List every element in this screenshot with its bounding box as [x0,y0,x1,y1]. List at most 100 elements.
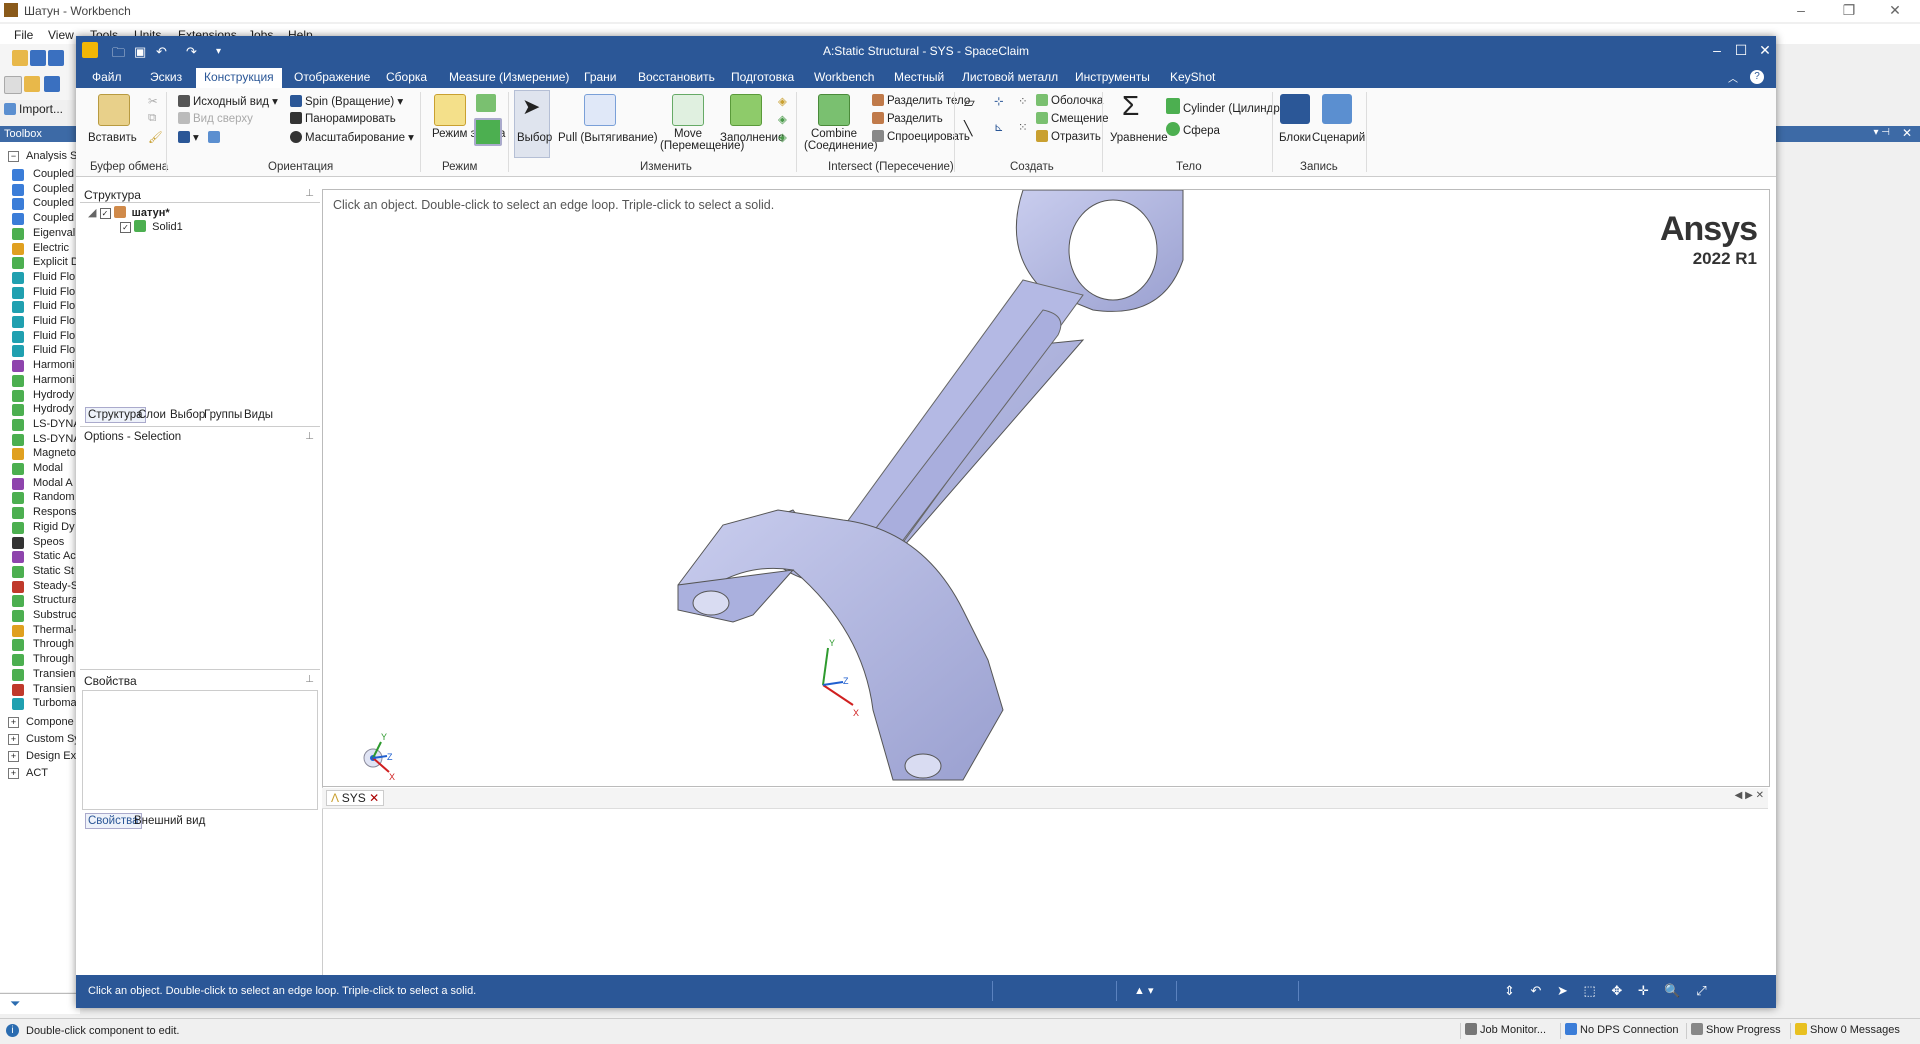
fill-button[interactable]: Заполнение [720,132,784,144]
sc-minimize-icon[interactable]: – [1704,42,1730,58]
tab-workbench[interactable]: Workbench [814,70,874,84]
sc-close-icon[interactable]: ✕ [1752,42,1778,59]
cylinder-button[interactable]: Cylinder (Цилиндр) [1166,98,1284,115]
pin-icon[interactable]: ▾ ⊣ [1873,127,1890,138]
view-tools-strip[interactable]: ⇕ ↶ ➤ ⬚ ✥ ✛ 🔍 ⤢ [1504,983,1713,999]
dps-connection-button[interactable]: No DPS Connection [1560,1023,1678,1039]
pull-button[interactable]: Pull (Вытягивание) [558,132,658,144]
format-painter-icon[interactable]: 🖌 [148,130,163,144]
top-view-button[interactable]: Вид сверху [178,112,253,125]
tab-layers[interactable]: Слои [138,409,166,421]
sc-maximize-icon[interactable]: ☐ [1728,42,1754,59]
open-icon[interactable] [24,76,40,92]
doc-tab-nav-icons[interactable]: ◀ ▶ ✕ [1735,790,1764,801]
filter-icon[interactable]: ⏷ [10,996,20,1012]
mirror-button[interactable]: Отразить [1036,130,1101,143]
section-mode-icon[interactable] [476,94,496,112]
pan-button[interactable]: Панорамировать [290,112,396,125]
paste-button[interactable]: Вставить [88,132,137,144]
blocks-button[interactable]: Блоки [1279,132,1311,144]
new-project-icon[interactable] [12,50,28,66]
doc-tab-sys[interactable]: Λ SYS ✕ [326,790,385,806]
axis-tool-icon[interactable]: ⊾ [994,120,1004,134]
zoom-button[interactable]: Масштабирование ▾ [290,130,414,144]
menu-file[interactable]: File [14,28,33,42]
pin-icon[interactable]: ⊥ [305,431,314,442]
selection-filter-icon[interactable]: ▲ ▾ [1134,984,1153,997]
spin-button[interactable]: Spin (Вращение) ▾ [290,94,403,108]
tree-expand-icon[interactable]: ◢ [88,207,96,219]
tab-detail[interactable]: Местный [894,70,944,84]
connecting-rod-model[interactable]: Y Z X Y Z X [323,190,1769,786]
select-button[interactable]: Выбор [517,132,552,144]
tab-sketch[interactable]: Эскиз [150,70,182,84]
panel-close-icon[interactable]: ✕ [1902,126,1912,140]
save-as-icon[interactable] [48,50,64,66]
help-icon[interactable]: ? [1750,70,1764,84]
tab-appearance[interactable]: Внешний вид [134,815,205,827]
tab-views[interactable]: Виды [244,409,273,421]
job-monitor-button[interactable]: Job Monitor... [1460,1023,1546,1039]
import-button[interactable]: Import... [4,102,63,116]
project-button[interactable]: Спроецировать [872,130,970,143]
split-button[interactable]: Разделить [872,112,943,125]
wb-close-icon[interactable]: ✕ [1880,2,1910,19]
cut-icon[interactable]: ✂ [148,94,158,108]
split-body-button[interactable]: Разделить тело [872,94,970,107]
menu-view[interactable]: View [48,28,74,42]
wb-restore-icon[interactable]: ❐ [1834,2,1864,19]
tab-repair[interactable]: Восстановить [638,70,715,84]
offset-button[interactable]: Смещение [1036,112,1109,125]
tab-tools[interactable]: Инструменты [1075,70,1150,84]
toolbox-group-analysis[interactable]: − Analysis S [0,148,78,166]
collapse-ribbon-icon[interactable]: ︿ [1728,70,1738,85]
tree-checkbox[interactable]: ✓ [99,208,111,219]
combine-button[interactable]: Combine (Соединение) [804,128,878,152]
edit-small-icon-1[interactable]: ◈ [778,94,787,108]
script-button[interactable]: Сценарий [1312,132,1365,144]
edit-small-icon-3[interactable]: ◈ [778,130,787,144]
pin-icon[interactable]: ⊥ [305,674,314,685]
tab-groups[interactable]: Группы [204,409,242,421]
tree-checkbox[interactable]: ✓ [120,222,131,233]
toolbox-group[interactable]: + ACT [0,765,78,783]
tree-child-row[interactable]: ✓ Solid1 [120,220,183,233]
tab-faces[interactable]: Грани [584,70,617,84]
3d-viewport[interactable]: Click an object. Double-click to select … [322,189,1770,787]
doc-tab-close-icon[interactable]: ✕ [369,791,379,805]
tab-keyshot[interactable]: KeyShot [1170,70,1215,84]
equation-button[interactable]: Уравнение [1110,132,1168,144]
point-tool-icon[interactable]: ⊹ [994,94,1004,108]
move-button[interactable]: Move (Перемещение) [660,128,744,152]
tab-selection[interactable]: Выбор [170,409,205,421]
tree-root-row[interactable]: ◢ ✓ шатун* [88,206,170,219]
save-icon[interactable] [30,50,46,66]
view-cube-button[interactable]: ▾ [178,130,223,144]
toolbox-item[interactable]: Turboma [0,695,78,713]
shell-button[interactable]: Оболочка [1036,94,1103,107]
tab-measure[interactable]: Measure (Измерение) [449,70,569,84]
tab-prepare[interactable]: Подготовка [731,70,794,84]
tab-design[interactable]: Конструкция [196,68,282,88]
line-tool-icon[interactable]: ╲ [964,120,972,137]
tab-structure[interactable]: Структура [85,407,146,423]
tab-display[interactable]: Отображение [294,70,370,84]
copy-icon[interactable]: ⧉ [148,112,156,125]
edit-small-icon-2[interactable]: ◈ [778,112,787,126]
grid-tool-icon[interactable]: ⁙ [1018,120,1028,134]
new-icon[interactable] [4,76,22,94]
tab-sheet-metal[interactable]: Листовой металл [962,70,1058,84]
tab-assembly[interactable]: Сборка [386,70,427,84]
show-messages-button[interactable]: Show 0 Messages [1790,1023,1900,1039]
tab-file[interactable]: Файл [92,70,122,84]
save-small-icon[interactable] [44,76,60,92]
home-view-button[interactable]: Исходный вид ▾ [178,94,278,108]
sphere-button[interactable]: Сфера [1166,122,1220,137]
rectangle-tool-icon[interactable]: ▱ [964,94,975,111]
corner-view-triad[interactable]: Y Z X [363,732,395,782]
toolbox-group[interactable]: + Design Ex [0,748,78,766]
toolbox-group[interactable]: + Compone [0,714,78,732]
toolbox-group[interactable]: + Custom Sy [0,731,78,749]
show-progress-button[interactable]: Show Progress [1686,1023,1781,1039]
pin-icon[interactable]: ⊥ [305,188,314,199]
